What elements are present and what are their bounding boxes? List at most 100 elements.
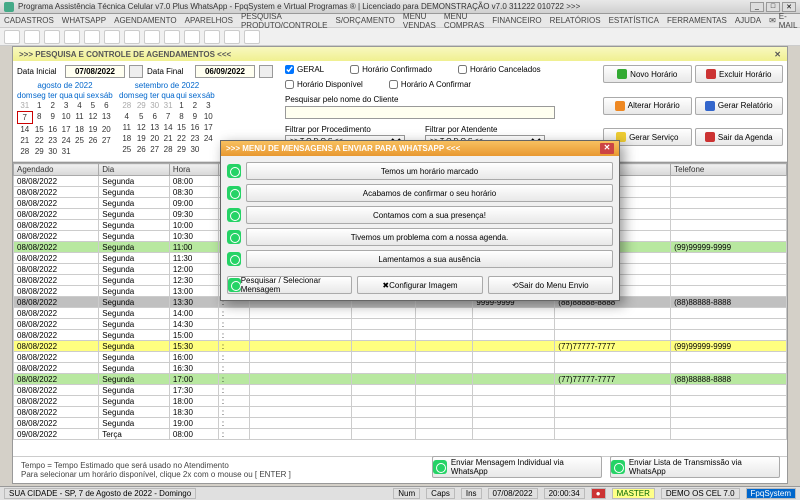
table-row[interactable]: 08/08/2022Segunda18:00: [14,396,787,407]
sair-icon: ⟲ [512,281,519,290]
configurar-icon: ✖ [382,281,389,290]
menu-relatorios[interactable]: RELATÓRIOS [550,16,601,25]
delete-icon [706,69,716,79]
table-row[interactable]: 08/08/2022Segunda17:30: [14,385,787,396]
whatsapp-menu-dialog: >>> MENU DE MENSAGENS A ENVIAR PARA WHAT… [220,140,620,301]
exit-menu-button[interactable]: ⟲ Sair do Menu Envio [488,276,613,294]
message-button[interactable]: Acabamos de confirmar o seu horário [246,184,613,202]
menu-whatsapp[interactable]: WHATSAPP [62,16,106,25]
menu-compras[interactable]: MENU COMPRAS [444,12,484,30]
table-row[interactable]: 08/08/2022Segunda19:00: [14,418,787,429]
whatsapp-icon [227,252,241,266]
toolbar-btn[interactable] [4,30,20,44]
toolbar-btn[interactable] [244,30,260,44]
check-geral[interactable]: GERAL [285,65,324,74]
table-row[interactable]: 08/08/2022Segunda15:00: [14,330,787,341]
enviar-individual-button[interactable]: Enviar Mensagem Individual via WhatsApp [432,456,602,478]
enviar-lista-button[interactable]: Enviar Lista de Transmissão via WhatsApp [610,456,780,478]
table-row[interactable]: 08/08/2022Segunda16:30: [14,363,787,374]
table-row[interactable]: 08/08/2022Segunda17:00:(77)77777-7777(88… [14,374,787,385]
toolbar-btn[interactable] [44,30,60,44]
toolbar-btn[interactable] [84,30,100,44]
gerar-relatorio-button[interactable]: Gerar Relatório [695,97,784,115]
exit-icon [705,132,715,142]
search-msg-button[interactable]: Pesquisar / Selecionar Mensagem [227,276,352,294]
col-header[interactable]: Dia [99,164,170,176]
toolbar-btn[interactable] [144,30,160,44]
table-row[interactable]: 08/08/2022Segunda14:30: [14,319,787,330]
menu-estatistica[interactable]: ESTATÍSTICA [609,16,659,25]
menu-orcamento[interactable]: S/ORÇAMENTO [335,16,394,25]
toolbar-btn[interactable] [164,30,180,44]
col-header[interactable]: Hora [169,164,218,176]
menu-vendas[interactable]: MENU VENDAS [403,12,436,30]
calendar-september[interactable]: setembro de 2022 domsegterquaquisexsáb28… [119,80,215,157]
dialog-close-button[interactable]: ✕ [600,143,614,154]
check-confirmado[interactable]: Horário Confirmado [350,65,432,74]
edit-icon [615,101,625,111]
maximize-button[interactable]: □ [766,2,780,12]
menu-pesquisa[interactable]: PESQUISA PRODUTO/CONTROLE [241,12,328,30]
panel-close-icon[interactable]: ✕ [774,50,781,59]
whatsapp-icon [227,230,241,244]
table-row[interactable]: 09/08/2022Terça08:00: [14,429,787,440]
whatsapp-icon [228,278,241,292]
toolbar-btn[interactable] [204,30,220,44]
message-button[interactable]: Temos um horário marcado [246,162,613,180]
col-header[interactable]: Agendado [14,164,99,176]
table-row[interactable]: 08/08/2022Segunda15:30:(77)77777-7777(99… [14,341,787,352]
toolbar-btn[interactable] [24,30,40,44]
toolbar-btn[interactable] [104,30,120,44]
message-button[interactable]: Lamentamos a sua ausência [246,250,613,268]
excluir-horario-button[interactable]: Excluir Horário [695,65,784,83]
check-disponivel[interactable]: Horário Disponível [285,80,363,89]
table-row[interactable]: 08/08/2022Segunda16:00: [14,352,787,363]
table-row[interactable]: 08/08/2022Segunda18:30: [14,407,787,418]
menu-email[interactable]: ✉ E-MAIL [769,12,797,30]
whatsapp-icon [227,186,241,200]
menu-agendamento[interactable]: AGENDAMENTO [114,16,177,25]
search-label: Pesquisar pelo nome do Cliente [285,95,597,104]
close-button[interactable]: ✕ [782,2,796,12]
minimize-button[interactable]: _ [750,2,764,12]
table-row[interactable]: 08/08/2022Segunda14:00: [14,308,787,319]
status-rec: ● [591,488,606,499]
menu-ajuda[interactable]: AJUDA [735,16,761,25]
whatsapp-icon [433,460,447,474]
novo-horario-button[interactable]: Novo Horário [603,65,692,83]
message-button[interactable]: Tivemos um problema com a nossa agenda. [246,228,613,246]
check-cancelados[interactable]: Horário Cancelados [458,65,541,74]
dialog-titlebar: >>> MENU DE MENSAGENS A ENVIAR PARA WHAT… [221,141,619,156]
menu-aparelhos[interactable]: APARELHOS [185,16,233,25]
toolbar-btn[interactable] [64,30,80,44]
config-img-button[interactable]: ✖ Configurar Imagem [357,276,482,294]
status-num: Num [393,488,420,499]
sair-agenda-button[interactable]: Sair da Agenda [695,128,784,146]
calendar-icon[interactable] [259,65,273,78]
menu-financeiro[interactable]: FINANCEIRO [492,16,541,25]
menu-cadastros[interactable]: CADASTROS [4,16,54,25]
panel-title: >>> PESQUISA E CONTROLE DE AGENDAMENTOS … [19,50,231,59]
window-titlebar: Programa Assistência Técnica Celular v7.… [0,0,800,14]
toolbar-btn[interactable] [184,30,200,44]
data-inicial-input[interactable] [65,65,125,78]
calendar-icon[interactable] [129,65,143,78]
status-ins: Ins [461,488,482,499]
calendar-august[interactable]: agosto de 2022 domsegterquaquisexsáb3112… [17,80,113,157]
message-button[interactable]: Contamos com a sua presença! [246,206,613,224]
toolbar [0,28,800,46]
status-caps: Caps [426,488,455,499]
toolbar-btn[interactable] [224,30,240,44]
data-final-input[interactable] [195,65,255,78]
report-icon [705,101,715,111]
search-input[interactable] [285,106,555,119]
check-aconfirmar[interactable]: Horário A Confirmar [389,80,471,89]
statusbar: SUA CIDADE - SP, 7 de Agosto de 2022 - D… [0,486,800,500]
status-brand: FpqSystem [746,488,796,499]
toolbar-btn[interactable] [124,30,140,44]
col-header[interactable]: Telefone [671,164,787,176]
menu-ferramentas[interactable]: FERRAMENTAS [667,16,727,25]
alterar-horario-button[interactable]: Alterar Horário [603,97,692,115]
dialog-title: >>> MENU DE MENSAGENS A ENVIAR PARA WHAT… [226,144,460,153]
status-master: MASTER [612,488,655,499]
